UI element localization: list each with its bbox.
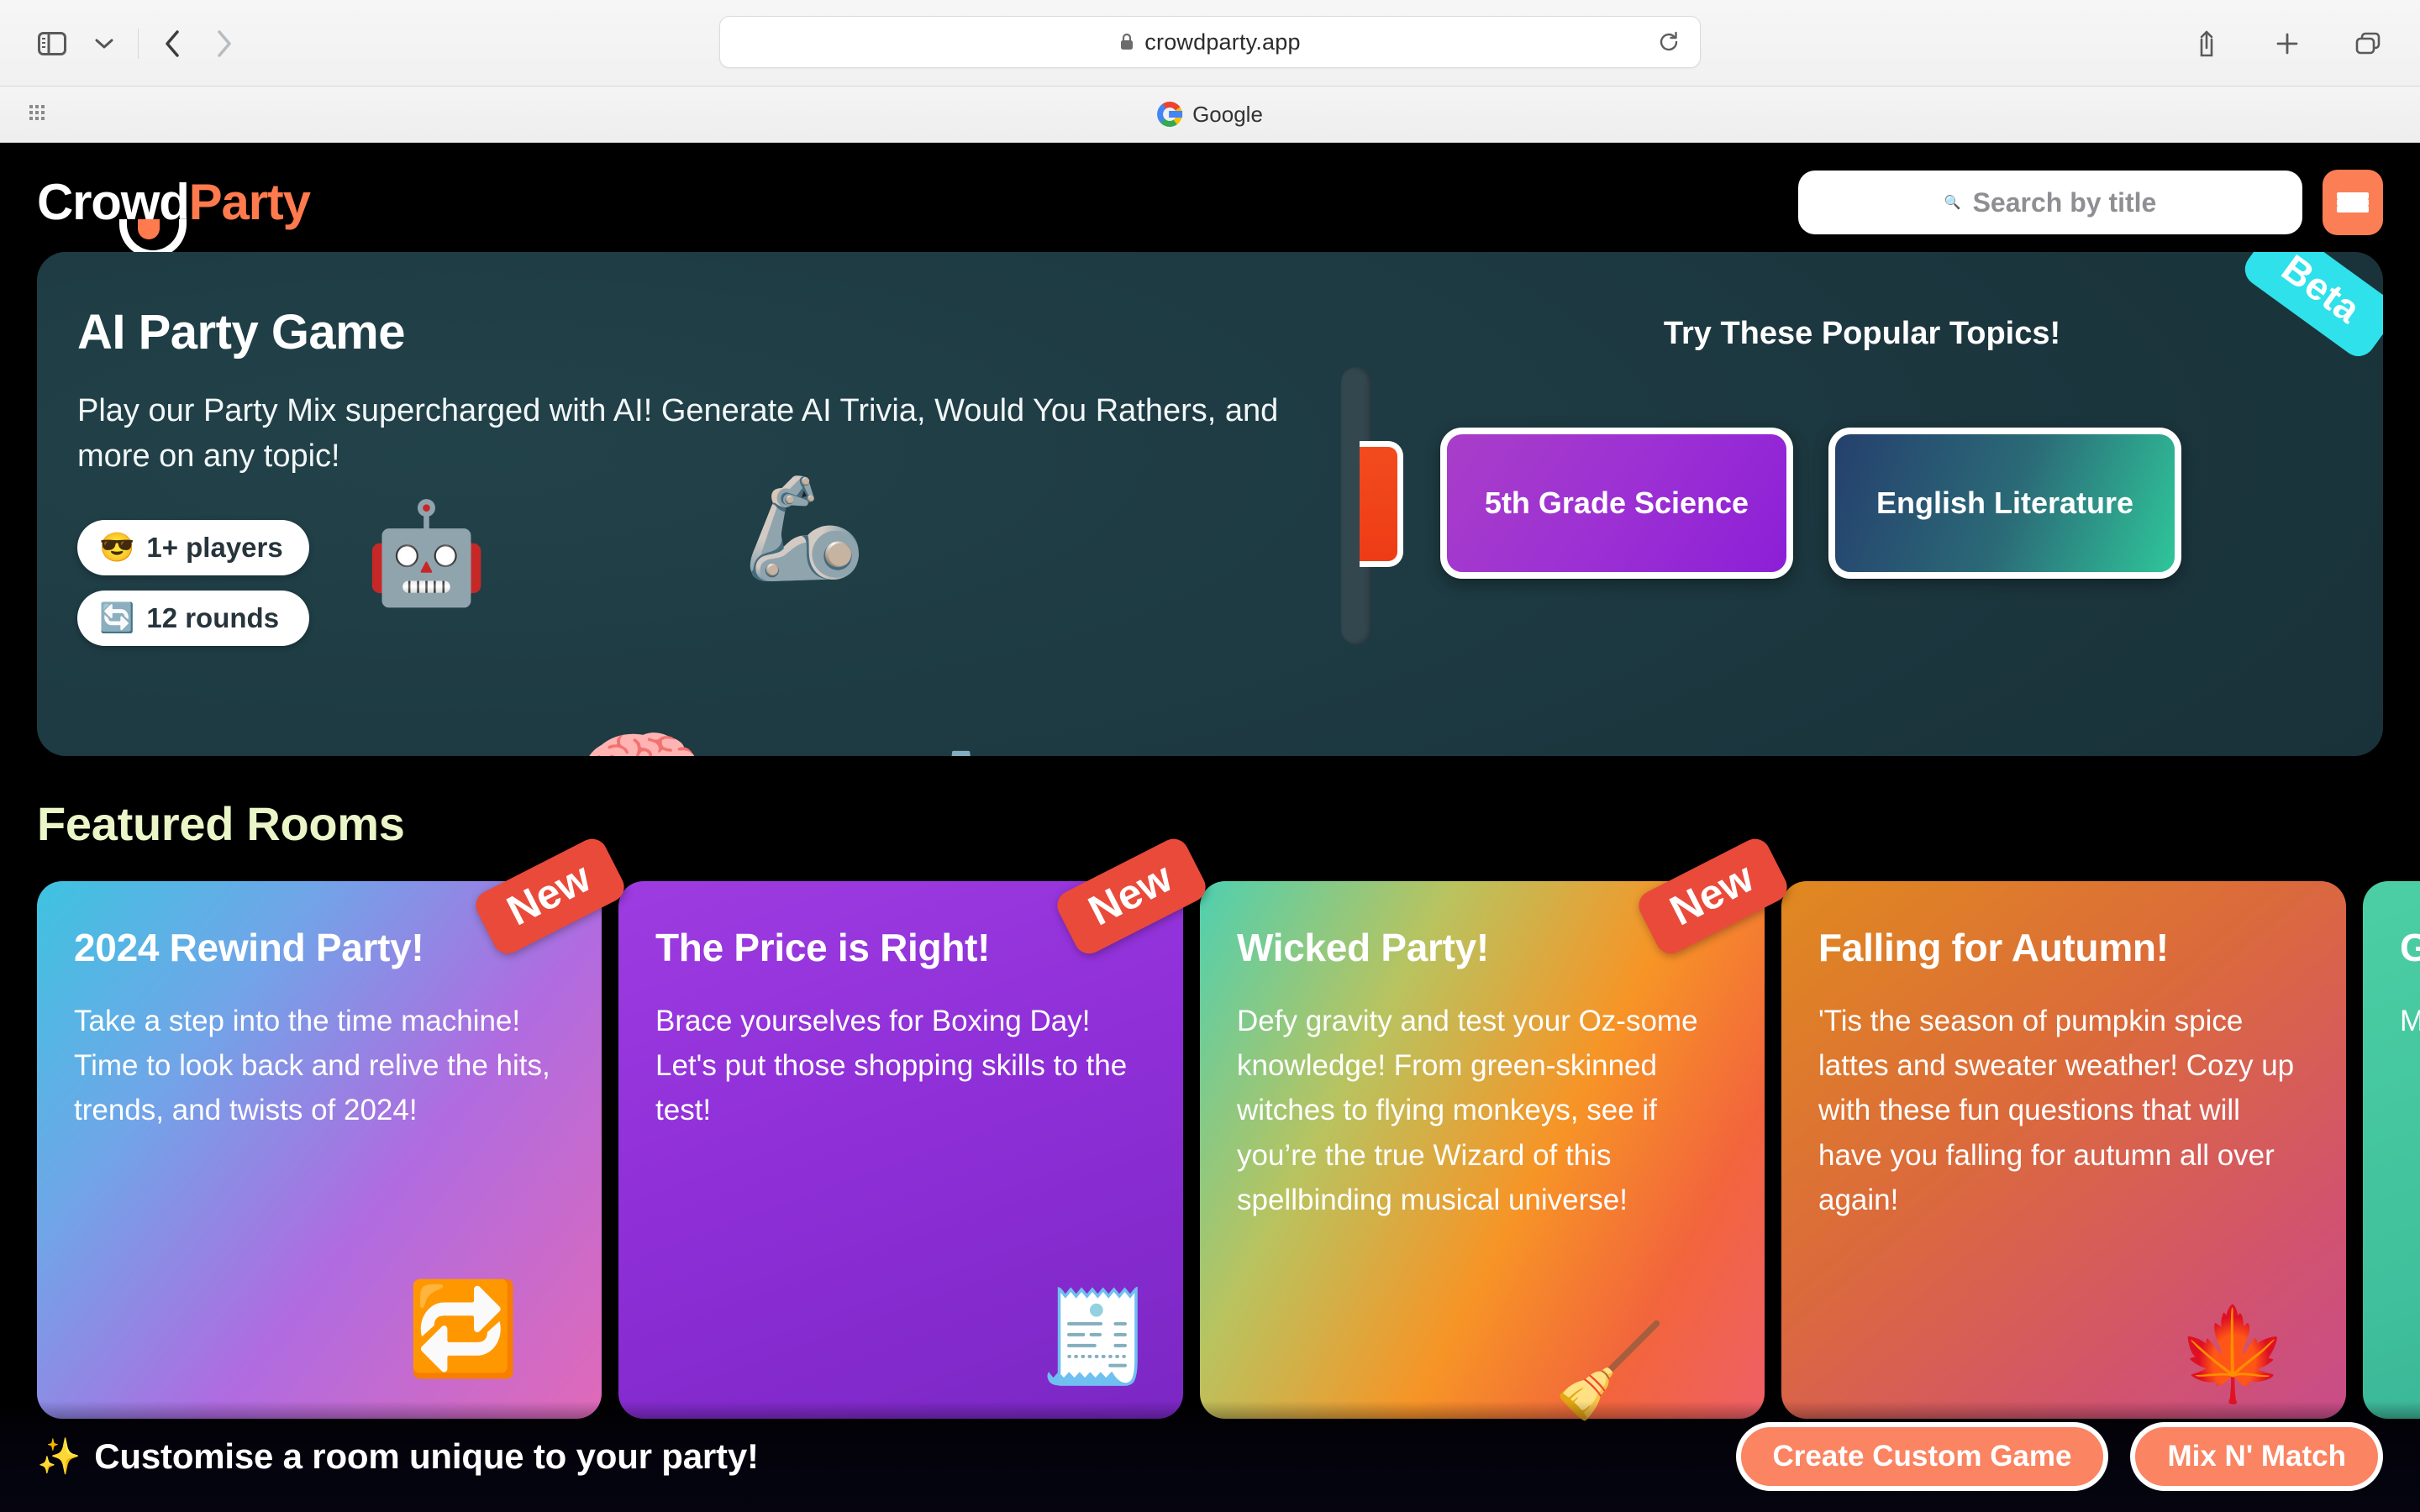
featured-rooms-carousel[interactable]: New 2024 Rewind Party! Take a step into … xyxy=(0,833,2420,1421)
rounds-badge: 🔄 12 rounds xyxy=(77,590,309,646)
bottom-action-bar: ✨ Customise a room unique to your party!… xyxy=(0,1401,2420,1512)
reload-icon[interactable] xyxy=(1658,31,1680,53)
leaf-icon: 🍁 xyxy=(2176,1303,2290,1404)
topic-card-partial[interactable] xyxy=(1360,441,1403,567)
popular-topics-carousel[interactable]: 5th Grade Science English Literature xyxy=(1341,367,2383,644)
room-description: Take a step into the time machine! Time … xyxy=(74,1005,550,1127)
rewind-icon: 🔁 xyxy=(407,1278,520,1379)
customise-room-text: Customise a room unique to your party! xyxy=(94,1436,759,1476)
bookmark-item-google[interactable]: Google xyxy=(1157,102,1263,128)
rounds-icon: 🔄 xyxy=(99,601,135,634)
lock-icon xyxy=(1119,33,1134,51)
topic-card-science[interactable]: 5th Grade Science xyxy=(1440,428,1793,579)
rounds-label: 12 rounds xyxy=(146,601,280,633)
bookmarks-bar: Google xyxy=(0,87,2420,143)
room-description: Mar 27th you Goo xyxy=(2400,1005,2420,1037)
players-badge: 😎 1+ players xyxy=(77,519,309,575)
google-favicon xyxy=(1157,102,1183,127)
receipt-icon: 🧾 xyxy=(1039,1286,1152,1388)
players-label: 1+ players xyxy=(146,531,283,563)
forward-arrow-icon xyxy=(215,29,234,58)
hamburger-menu-button[interactable] xyxy=(2323,170,2383,235)
toolbar-divider xyxy=(138,28,139,59)
share-icon xyxy=(2195,29,2218,58)
create-custom-game-button[interactable]: Create Custom Game xyxy=(1735,1422,2109,1491)
sidebar-toggle-icon xyxy=(38,31,66,55)
browser-toolbar: crowdparty.app xyxy=(0,0,2420,87)
ai-party-game-hero: Beta 🤖 🦾 🧠 ⚙️ AI Party Game Play our Par… xyxy=(37,252,2383,756)
room-description: Brace yourselves for Boxing Day! Let's p… xyxy=(655,1005,1128,1127)
address-bar-text: crowdparty.app xyxy=(1144,29,1301,55)
sidebar-dropdown-button[interactable] xyxy=(81,20,128,67)
share-button[interactable] xyxy=(2183,20,2230,67)
tab-overview-icon xyxy=(2354,31,2381,56)
featured-rooms-title: Featured Rooms xyxy=(37,797,405,850)
room-description: 'Tis the season of pumpkin spice lattes … xyxy=(1818,1005,2295,1216)
search-icon: 🔍 xyxy=(1944,196,1961,210)
topic-card-literature[interactable]: English Literature xyxy=(1828,428,2181,579)
plus-icon xyxy=(2275,31,2300,56)
apps-grid-button[interactable] xyxy=(29,104,49,124)
apps-grid-icon xyxy=(29,104,49,124)
room-card[interactable]: Go Au Mar 27th you Goo xyxy=(2363,881,2420,1419)
players-icon: 😎 xyxy=(99,531,135,564)
back-button[interactable] xyxy=(149,20,196,67)
hero-badges: 😎 1+ players 🔄 12 rounds xyxy=(77,519,309,646)
mix-n-match-button[interactable]: Mix N' Match xyxy=(2130,1422,2383,1491)
hamburger-menu-icon xyxy=(2337,192,2369,213)
new-tab-button[interactable] xyxy=(2264,20,2311,67)
site-logo[interactable]: CrowdParty xyxy=(37,174,311,258)
logo-text-party: Party xyxy=(188,174,311,230)
room-description: Defy gravity and test your Oz-some knowl… xyxy=(1237,1005,1698,1216)
search-input[interactable]: 🔍 Search by title xyxy=(1798,171,2302,234)
bookmark-label: Google xyxy=(1192,101,1263,127)
back-arrow-icon xyxy=(163,29,182,58)
room-card[interactable]: New 2024 Rewind Party! Take a step into … xyxy=(37,833,629,1419)
chevron-down-icon xyxy=(94,37,114,50)
search-placeholder: Search by title xyxy=(1972,186,2157,218)
room-card[interactable]: Falling for Autumn! 'Tis the season of p… xyxy=(1781,881,2346,1419)
site-header: CrowdParty 🔍 Search by title xyxy=(0,143,2420,258)
sidebar-toggle-button[interactable] xyxy=(29,20,76,67)
room-card[interactable]: New The Price is Right! Brace yourselves… xyxy=(618,833,1211,1419)
room-card[interactable]: New Wicked Party! Defy gravity and test … xyxy=(1200,833,1792,1421)
tab-overview-button[interactable] xyxy=(2344,20,2391,67)
room-title: Falling for Autumn! xyxy=(1818,926,2169,969)
hero-title: AI Party Game xyxy=(77,305,406,360)
popular-topics-title: Try These Popular Topics! xyxy=(1663,316,2061,351)
forward-button[interactable] xyxy=(201,20,248,67)
room-title: Go Au xyxy=(2400,926,2420,969)
page-content: CrowdParty 🔍 Search by title Beta 🤖 🦾 🧠 … xyxy=(0,143,2420,1512)
address-bar[interactable]: crowdparty.app xyxy=(719,16,1701,68)
sparkles-icon: ✨ xyxy=(37,1436,82,1476)
hero-subtitle: Play our Party Mix supercharged with AI!… xyxy=(77,393,1279,474)
